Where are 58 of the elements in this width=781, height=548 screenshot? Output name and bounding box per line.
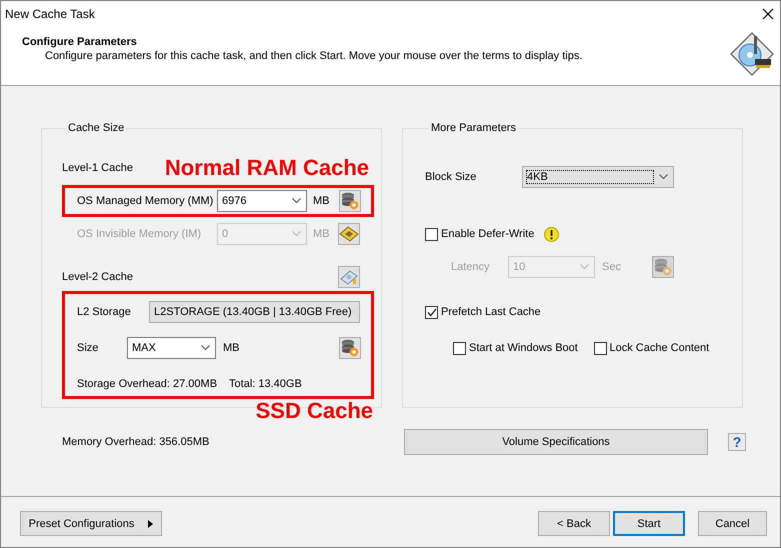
dialog-button[interactable]: Start xyxy=(613,511,685,536)
preset-configurations-button[interactable]: Preset Configurations xyxy=(20,511,162,536)
page-title: Configure Parameters xyxy=(22,36,138,48)
section-label: Level-2 Cache xyxy=(62,271,133,283)
database-gear-icon xyxy=(654,258,672,276)
drive-icon xyxy=(340,269,358,285)
storage-overhead-text: Storage Overhead: 27.00MB xyxy=(77,378,218,390)
section-label: Level-1 Cache xyxy=(62,162,133,174)
field-label: OS Invisible Memory (IM) xyxy=(77,228,202,240)
unit-label: MB xyxy=(313,228,330,240)
chevron-icon xyxy=(201,345,210,351)
warning-icon xyxy=(544,226,560,242)
annotation-text: Normal RAM Cache xyxy=(164,157,369,179)
group-title: Cache Size xyxy=(67,122,126,134)
memory-chip-icon xyxy=(339,226,359,242)
caret-icon xyxy=(148,520,154,528)
help-button[interactable]: ? xyxy=(728,433,746,451)
volume-specifications-button[interactable]: Volume Specifications xyxy=(404,429,708,455)
checkbox[interactable] xyxy=(425,306,438,318)
annotation-text: SSD Cache xyxy=(256,400,373,422)
checkbox[interactable] xyxy=(425,228,438,240)
checkbox-label: Enable Defer-Write xyxy=(441,228,534,240)
dialog-button[interactable]: < Back xyxy=(538,511,610,536)
window-title: New Cache Task xyxy=(5,7,95,21)
database-gear-icon xyxy=(341,339,359,357)
field-label: Latency xyxy=(451,261,491,273)
total-text: Total: 13.40GB xyxy=(229,378,302,390)
dropdown[interactable]: MAX xyxy=(127,337,216,359)
unit-label: MB xyxy=(313,195,330,207)
page-description: Configure parameters for this cache task, and then click Start. Move your mouse over the terms to display tips. xyxy=(44,50,582,62)
dialog-button[interactable]: Cancel xyxy=(698,511,767,536)
checkbox[interactable] xyxy=(453,342,466,354)
settings-button[interactable] xyxy=(652,256,674,278)
field-label: OS Managed Memory (MM) xyxy=(77,195,214,207)
chevron-icon xyxy=(292,198,301,204)
dropdown[interactable]: 6976 xyxy=(217,190,307,212)
checkbox-label: Prefetch Last Cache xyxy=(441,306,541,318)
field-label: L2 Storage xyxy=(77,306,132,318)
close-icon[interactable] xyxy=(762,8,774,20)
storage-button[interactable] xyxy=(338,266,360,288)
memory-overhead-text: Memory Overhead: 356.05MB xyxy=(62,436,210,448)
unit-label: MB xyxy=(223,342,240,354)
chevron-icon xyxy=(292,231,301,237)
group-title: More Parameters xyxy=(430,122,517,134)
checkbox[interactable] xyxy=(594,342,606,354)
memory-button[interactable] xyxy=(338,223,360,245)
settings-button[interactable] xyxy=(339,337,361,359)
settings-button[interactable] xyxy=(339,190,361,212)
dropdown[interactable]: 4KB xyxy=(522,166,674,188)
unit-label: Sec xyxy=(602,261,621,273)
database-gear-icon xyxy=(341,192,359,210)
dropdown[interactable]: L2STORAGE (13.40GB | 13.40GB Free) xyxy=(149,301,360,323)
field-label: Block Size xyxy=(425,171,478,183)
chevron-icon xyxy=(580,264,589,270)
checkbox-label: Lock Cache Content xyxy=(610,342,710,354)
chevron-icon xyxy=(659,174,668,180)
checkbox-label: Start at Windows Boot xyxy=(469,342,578,354)
field-label: Size xyxy=(77,342,100,354)
